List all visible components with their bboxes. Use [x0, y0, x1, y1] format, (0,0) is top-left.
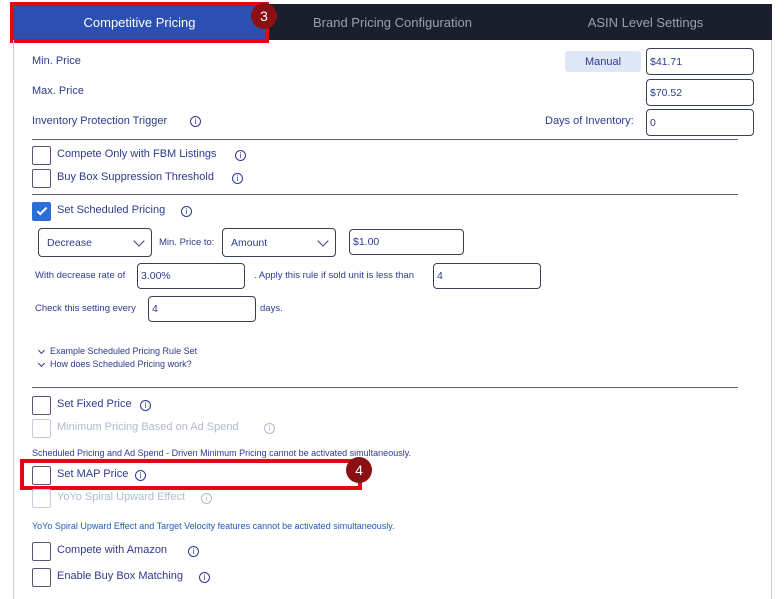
ad-spend-conflict-note: Scheduled Pricing and Ad Spend - Driven … — [32, 448, 412, 458]
min-price-label: Min. Price — [32, 55, 81, 67]
direction-select[interactable]: Decrease — [38, 228, 152, 257]
yoyo-label: YoYo Spiral Upward Effect — [57, 491, 186, 503]
divider — [32, 387, 738, 388]
direction-value: Decrease — [47, 236, 92, 249]
decrease-rate-label: With decrease rate of — [35, 270, 126, 281]
yoyo-checkbox[interactable] — [32, 489, 51, 508]
days-of-inventory-input[interactable]: 0 — [646, 109, 754, 136]
yoyo-conflict-note: YoYo Spiral Upward Effect and Target Vel… — [32, 521, 395, 531]
chevron-down-icon — [317, 235, 329, 247]
amount-type-select[interactable]: Amount — [222, 228, 336, 257]
compete-fbm-checkbox[interactable] — [32, 146, 51, 165]
sold-units-input[interactable]: 4 — [433, 263, 541, 289]
example-rule-set-link[interactable]: Example Scheduled Pricing Rule Set — [50, 346, 197, 356]
inventory-protection-label: Inventory Protection Trigger — [32, 115, 168, 127]
how-scheduled-pricing-works-link[interactable]: How does Scheduled Pricing work? — [50, 359, 192, 369]
max-price-label: Max. Price — [32, 85, 84, 97]
check-setting-label: Check this setting every — [35, 303, 136, 314]
compete-amazon-checkbox[interactable] — [32, 542, 51, 561]
checkmark-icon — [36, 204, 47, 216]
fixed-price-checkbox[interactable] — [32, 396, 51, 415]
min-pricing-ad-spend-checkbox[interactable] — [32, 419, 51, 438]
tab-label: Brand Pricing Configuration — [313, 14, 472, 30]
info-icon[interactable]: i — [188, 546, 199, 557]
callout-badge-3: 3 — [251, 3, 277, 29]
info-icon[interactable]: i — [181, 206, 192, 217]
info-icon[interactable]: i — [235, 150, 246, 161]
days-of-inventory-label: Days of Inventory: — [545, 115, 634, 127]
tab-highlight-box — [10, 2, 269, 43]
amount-input[interactable]: $1.00 — [349, 229, 464, 255]
info-icon[interactable]: i — [201, 493, 212, 504]
decrease-rate-input[interactable]: 3.00% — [137, 263, 245, 289]
max-price-input[interactable]: $70.52 — [646, 79, 754, 106]
tab-asin-level-settings[interactable]: ASIN Level Settings — [519, 4, 772, 40]
info-icon[interactable]: i — [190, 116, 201, 127]
min-price-input[interactable]: $41.71 — [646, 48, 754, 75]
divider — [32, 139, 738, 140]
info-icon[interactable]: i — [140, 400, 151, 411]
compete-amazon-label: Compete with Amazon — [57, 544, 168, 556]
min-pricing-ad-spend-label: Minimum Pricing Based on Ad Spend — [57, 421, 239, 433]
manual-mode-button[interactable]: Manual — [565, 51, 641, 72]
tab-brand-pricing-configuration[interactable]: Brand Pricing Configuration — [266, 4, 519, 40]
info-icon[interactable]: i — [199, 572, 210, 583]
buy-box-matching-label: Enable Buy Box Matching — [57, 570, 183, 582]
compete-fbm-label: Compete Only with FBM Listings — [57, 148, 217, 160]
info-icon[interactable]: i — [232, 173, 243, 184]
buy-box-suppression-label: Buy Box Suppression Threshold — [57, 171, 214, 183]
divider — [32, 194, 738, 195]
check-interval-input[interactable]: 4 — [148, 296, 256, 322]
info-icon[interactable]: i — [264, 423, 275, 434]
tab-label: ASIN Level Settings — [587, 14, 704, 30]
scheduled-pricing-checkbox[interactable] — [32, 202, 51, 221]
fixed-price-label: Set Fixed Price — [57, 398, 132, 410]
amount-type-value: Amount — [231, 236, 268, 249]
buy-box-suppression-checkbox[interactable] — [32, 169, 51, 188]
buy-box-matching-checkbox[interactable] — [32, 568, 51, 587]
apply-rule-label: . Apply this rule if sold unit is less t… — [254, 270, 414, 281]
scheduled-pricing-label: Set Scheduled Pricing — [57, 204, 166, 216]
callout-badge-4: 4 — [346, 457, 372, 483]
min-price-to-label: Min. Price to: — [159, 237, 215, 248]
map-price-highlight-box — [20, 459, 362, 490]
days-label: days. — [260, 303, 283, 314]
chevron-down-icon — [133, 235, 145, 247]
